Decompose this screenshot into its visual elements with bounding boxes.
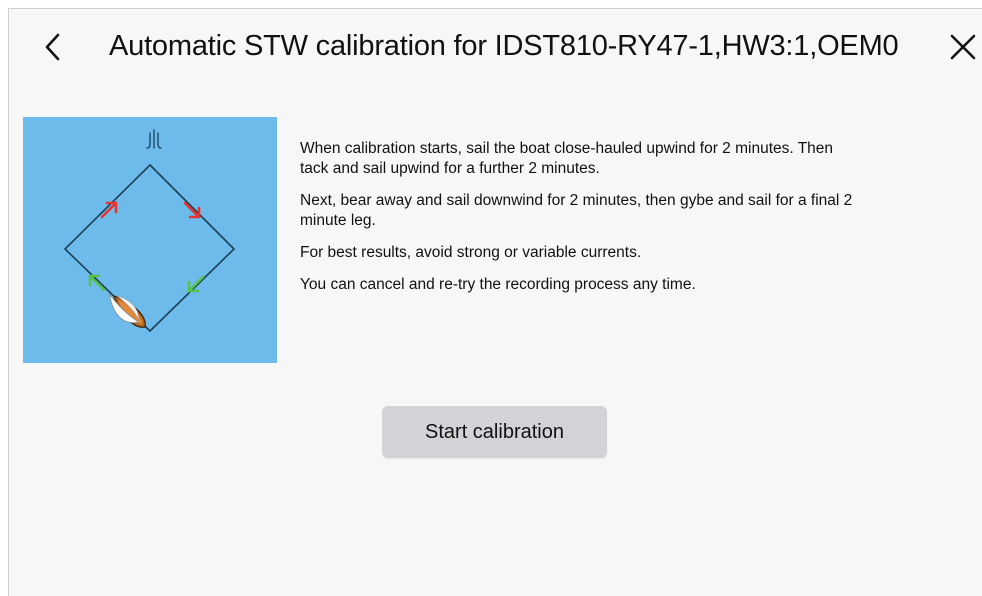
instruction-paragraph: For best results, avoid strong or variab… <box>300 244 642 261</box>
page-title: Automatic STW calibration for IDST810-RY… <box>109 30 899 62</box>
instructions-text: When calibration starts, sail the boat c… <box>300 139 860 307</box>
close-button[interactable] <box>943 27 982 67</box>
instruction-paragraph: Next, bear away and sail downwind for 2 … <box>300 192 853 229</box>
course-path <box>63 163 236 333</box>
arrow-icon <box>187 275 205 293</box>
arrow-icon <box>88 274 106 292</box>
arrow-icon <box>183 201 201 219</box>
calibration-screen: Automatic STW calibration for IDST810-RY… <box>8 8 982 596</box>
instruction-paragraph: When calibration starts, sail the boat c… <box>300 140 834 177</box>
header: Automatic STW calibration for IDST810-RY… <box>9 9 982 85</box>
close-icon <box>950 34 976 60</box>
calibration-course-diagram <box>63 129 236 333</box>
instruction-paragraph: You can cancel and re-try the recording … <box>300 276 696 293</box>
start-calibration-button[interactable]: Start calibration <box>382 406 607 458</box>
calibration-diagram <box>23 117 277 363</box>
wind-icon <box>146 129 162 149</box>
boat-icon <box>109 293 146 328</box>
chevron-left-icon <box>45 33 60 61</box>
back-button[interactable] <box>35 27 71 67</box>
